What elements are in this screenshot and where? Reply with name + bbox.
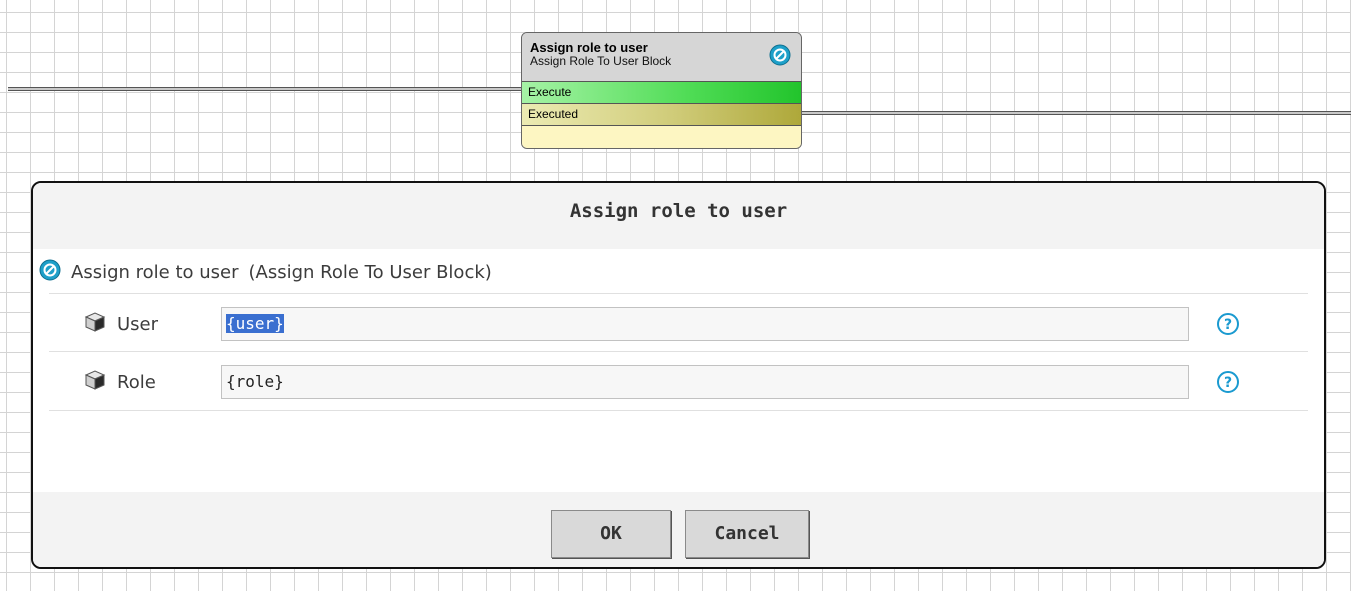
role-field-row: Role {role} <box>83 363 1323 401</box>
executed-port[interactable]: Executed <box>522 103 801 125</box>
divider <box>49 293 1308 294</box>
output-wire <box>801 111 1351 115</box>
cube-icon <box>83 368 107 396</box>
role-input[interactable]: {role} <box>221 365 1189 399</box>
block-name-label: Assign role to user <box>71 262 239 283</box>
user-input-value: {user} <box>226 314 284 333</box>
cube-icon <box>83 310 107 338</box>
dialog-title: Assign role to user <box>33 183 1324 249</box>
no-entry-icon <box>769 44 791 70</box>
dialog-footer: OK Cancel <box>33 492 1324 567</box>
user-input[interactable]: {user} <box>221 307 1189 341</box>
role-label: Role <box>117 371 156 393</box>
role-input-value: {role} <box>226 372 284 391</box>
block-description: Assign role to user (Assign Role To User… <box>39 259 492 286</box>
ok-button[interactable]: OK <box>551 510 671 558</box>
execute-port[interactable]: Execute <box>522 81 801 103</box>
block-title: Assign role to user <box>530 40 648 55</box>
divider <box>49 410 1308 411</box>
block-subtitle: Assign Role To User Block <box>530 54 672 68</box>
user-label: User <box>117 313 159 335</box>
block-type-label: (Assign Role To User Block) <box>248 262 492 283</box>
block-footer-row <box>522 125 801 148</box>
input-wire <box>8 87 523 91</box>
svg-text:?: ? <box>1224 375 1232 391</box>
no-entry-icon <box>39 259 61 286</box>
properties-dialog: Assign role to user Assign role to user … <box>31 181 1326 569</box>
divider <box>49 351 1308 352</box>
user-field-row: User {user} <box>83 305 1323 343</box>
help-icon[interactable]: ? <box>1216 370 1240 398</box>
block-header[interactable]: Assign role to user Assign Role To User … <box>522 33 801 81</box>
cancel-button[interactable]: Cancel <box>685 510 809 558</box>
workflow-block[interactable]: Assign role to user Assign Role To User … <box>521 32 802 149</box>
svg-text:?: ? <box>1224 317 1232 333</box>
help-icon[interactable]: ? <box>1216 312 1240 340</box>
